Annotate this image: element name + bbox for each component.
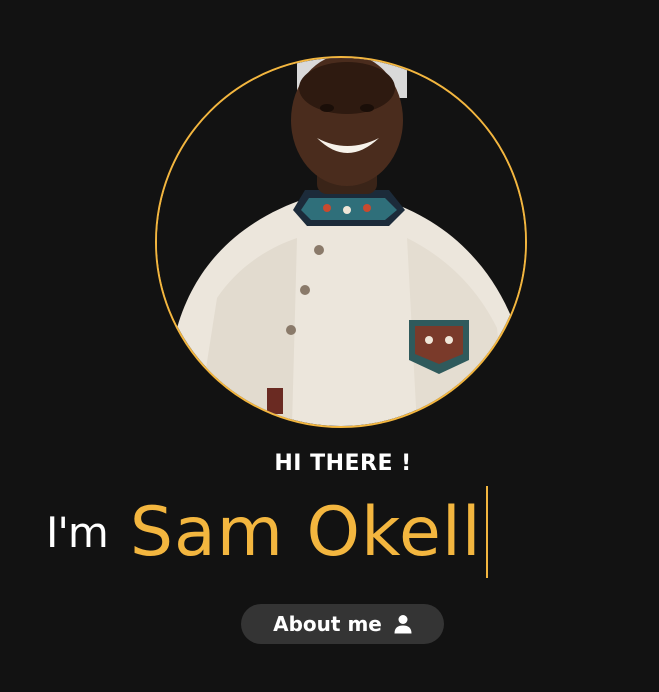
about-me-button[interactable]: About me [241,604,444,644]
profile-photo [155,56,527,428]
typed-name: Sam Okell [129,492,482,572]
greeting-text: HI THERE ! [274,451,412,476]
hero-section: HI THERE ! I'm Sam Okell About me [0,0,659,692]
intro-prefix: I'm [46,507,109,557]
typing-cursor [485,486,488,578]
user-icon [394,614,412,634]
intro-line: I'm Sam Okell [46,486,488,578]
about-me-label: About me [273,612,382,636]
profile-photo-illustration [157,58,525,426]
